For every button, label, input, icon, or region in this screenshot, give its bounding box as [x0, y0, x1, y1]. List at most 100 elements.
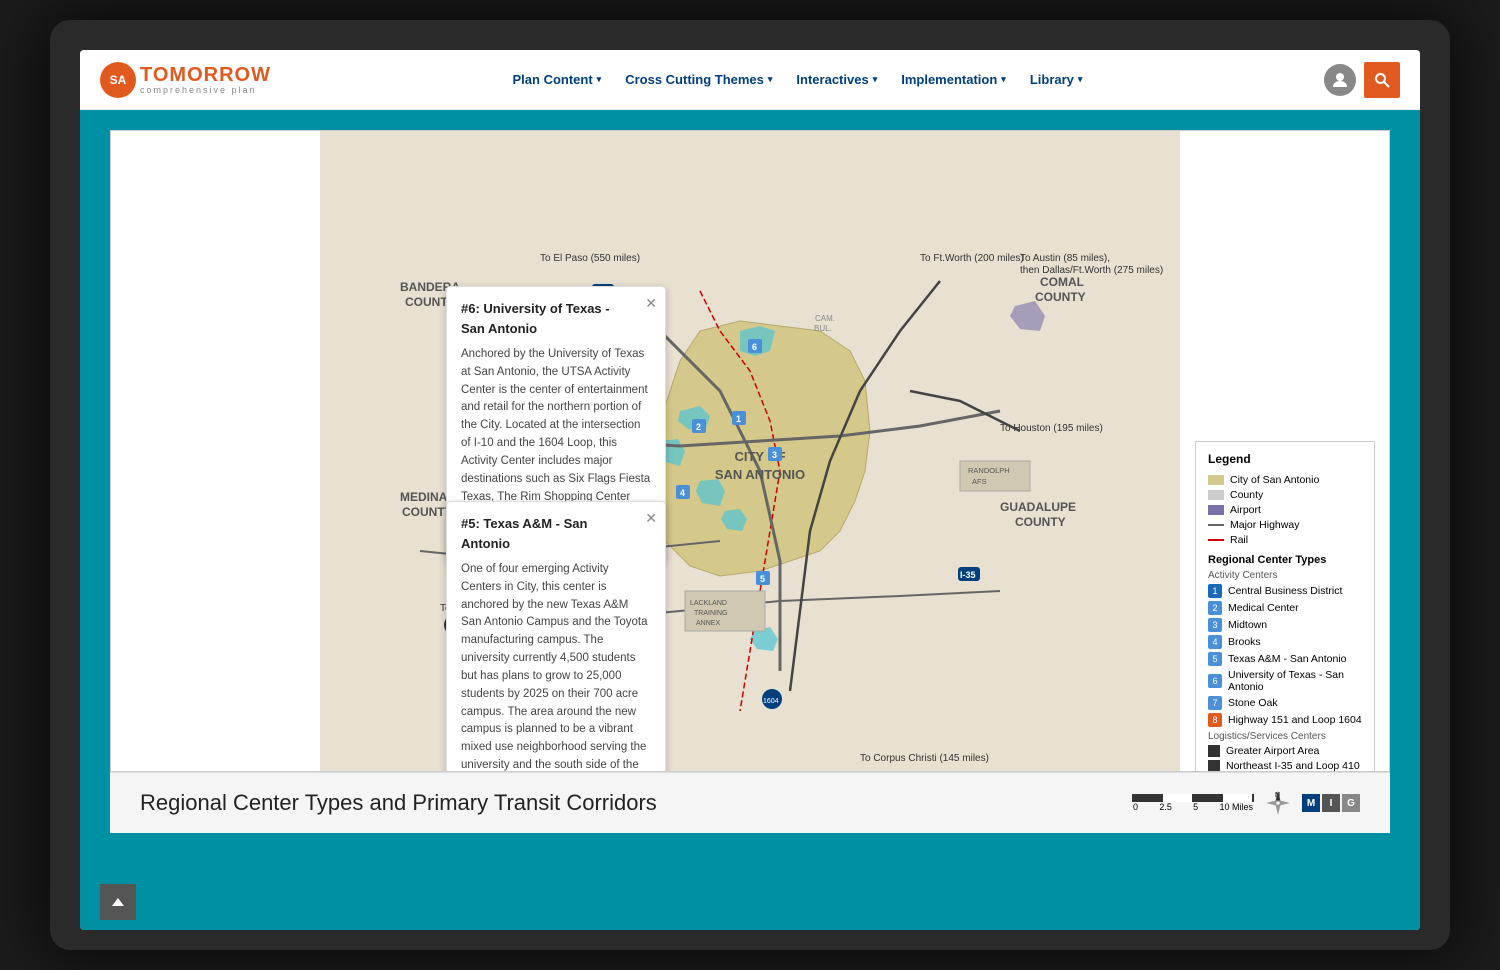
legend-box: Legend City of San Antonio County Airpor… — [1195, 441, 1375, 772]
legend-num-4: 4 — [1208, 635, 1222, 649]
svg-text:1604: 1604 — [763, 698, 779, 705]
popup-close-txam[interactable]: ✕ — [645, 508, 657, 529]
svg-text:RANDOLPH: RANDOLPH — [968, 466, 1010, 475]
mig-i: I — [1322, 794, 1340, 812]
compass: N — [1264, 789, 1292, 817]
legend-swatch-county — [1208, 490, 1224, 500]
scroll-up-button[interactable] — [100, 884, 136, 920]
svg-text:SAN ANTONIO: SAN ANTONIO — [715, 467, 805, 482]
popup-txam: ✕ #5: Texas A&M - San Antonio One of fou… — [446, 501, 666, 772]
popup-utsa-title: #6: University of Texas - San Antonio — [461, 299, 651, 338]
svg-text:then Dallas/Ft.Worth (275 mile: then Dallas/Ft.Worth (275 miles) — [1020, 265, 1163, 276]
svg-text:To Austin (85 miles),: To Austin (85 miles), — [1020, 253, 1110, 264]
scale-seg-1 — [1133, 794, 1163, 802]
logo-sub: comprehensive plan — [140, 85, 271, 95]
svg-text:To Corpus Christi (145 miles): To Corpus Christi (145 miles) — [860, 753, 989, 764]
svg-text:5: 5 — [760, 574, 765, 584]
legend-act-8: 8 Highway 151 and Loop 1604 — [1208, 713, 1362, 727]
device-frame: SA TOMORROW comprehensive plan Plan Cont… — [50, 20, 1450, 950]
scale-seg-4 — [1223, 794, 1253, 802]
legend-act-4: 4 Brooks — [1208, 635, 1362, 649]
main-nav: Plan Content ▾ Cross Cutting Themes ▾ In… — [503, 66, 1093, 93]
chevron-down-icon: ▾ — [768, 74, 773, 85]
legend-highway: Major Highway — [1208, 519, 1362, 531]
popup-txam-title: #5: Texas A&M - San Antonio — [461, 514, 651, 553]
legend-logistics-label: Logistics/Services Centers — [1208, 731, 1362, 742]
legend-act-5: 5 Texas A&M - San Antonio — [1208, 652, 1362, 666]
legend-swatch-city — [1208, 475, 1224, 485]
svg-text:COUNTY: COUNTY — [1015, 515, 1066, 529]
nav-cross-cutting[interactable]: Cross Cutting Themes ▾ — [615, 66, 782, 93]
mig-g: G — [1342, 794, 1360, 812]
svg-text:To El Paso (550 miles): To El Paso (550 miles) — [540, 253, 640, 264]
svg-text:I-35: I-35 — [960, 570, 976, 580]
chevron-down-icon: ▾ — [597, 74, 602, 85]
svg-text:4: 4 — [680, 488, 685, 498]
map-area[interactable]: BANDERA COUNTY COMAL COUNTY MEDINA COUNT… — [111, 131, 1389, 771]
main-content: BANDERA COUNTY COMAL COUNTY MEDINA COUNT… — [80, 110, 1420, 930]
svg-text:N: N — [1275, 792, 1280, 799]
scale-line — [1132, 794, 1254, 802]
scale-seg-3 — [1193, 794, 1223, 802]
legend-swatch-rail — [1208, 539, 1224, 541]
legend-act-7: 7 Stone Oak — [1208, 696, 1362, 710]
logo-icon[interactable]: SA — [100, 62, 136, 98]
legend-num-8: 8 — [1208, 713, 1222, 727]
svg-text:ANNEX: ANNEX — [696, 620, 720, 627]
popup-txam-body: One of four emerging Activity Centers in… — [461, 561, 651, 772]
legend-act-3: 3 Midtown — [1208, 618, 1362, 632]
svg-text:BUL.: BUL. — [814, 324, 832, 333]
legend-activity-label: Activity Centers — [1208, 570, 1362, 581]
nav-plan-content[interactable]: Plan Content ▾ — [503, 66, 612, 93]
legend-num-5: 5 — [1208, 652, 1222, 666]
nav-interactives[interactable]: Interactives ▾ — [786, 66, 887, 93]
svg-text:GUADALUPE: GUADALUPE — [1000, 500, 1076, 514]
svg-text:2: 2 — [696, 422, 701, 432]
svg-text:LACKLAND: LACKLAND — [690, 600, 727, 607]
logo-text-area: TOMORROW comprehensive plan — [140, 64, 271, 95]
legend-sq-2 — [1208, 760, 1220, 772]
mig-badge: M I G — [1302, 794, 1360, 812]
svg-text:CAM.: CAM. — [815, 314, 835, 323]
legend-title: Legend — [1208, 452, 1362, 466]
svg-text:COMAL: COMAL — [1040, 275, 1084, 289]
legend-rail: Rail — [1208, 534, 1362, 546]
header: SA TOMORROW comprehensive plan Plan Cont… — [80, 50, 1420, 110]
map-container: BANDERA COUNTY COMAL COUNTY MEDINA COUNT… — [110, 130, 1390, 772]
nav-implementation[interactable]: Implementation ▾ — [891, 66, 1016, 93]
chevron-down-icon: ▾ — [1001, 74, 1006, 85]
legend-log-1: Greater Airport Area — [1208, 745, 1362, 757]
scale-seg-2 — [1163, 794, 1193, 802]
chevron-down-icon: ▾ — [873, 74, 878, 85]
mig-m: M — [1302, 794, 1320, 812]
device-screen: SA TOMORROW comprehensive plan Plan Cont… — [80, 50, 1420, 930]
logo-tomorrow: TOMORROW — [140, 64, 271, 86]
scale-bar: 0 2.5 5 10 Miles — [1132, 794, 1254, 812]
popup-close-utsa[interactable]: ✕ — [645, 293, 657, 314]
legend-num-3: 3 — [1208, 618, 1222, 632]
legend-act-2: 2 Medical Center — [1208, 601, 1362, 615]
legend-sq-1 — [1208, 745, 1220, 757]
legend-num-1: 1 — [1208, 584, 1222, 598]
legend-num-6: 6 — [1208, 674, 1222, 688]
popup-utsa-body: Anchored by the University of Texas at S… — [461, 346, 651, 524]
map-title: Regional Center Types and Primary Transi… — [140, 790, 657, 816]
user-avatar[interactable] — [1324, 64, 1356, 96]
search-button[interactable] — [1364, 62, 1400, 98]
legend-regional-title: Regional Center Types — [1208, 554, 1362, 566]
svg-text:1: 1 — [736, 414, 741, 424]
legend-airport: Airport — [1208, 504, 1362, 516]
scale-area: 0 2.5 5 10 Miles N — [1132, 789, 1360, 817]
scale-labels: 0 2.5 5 10 Miles — [1133, 802, 1253, 812]
svg-text:COUNTY: COUNTY — [1035, 290, 1086, 304]
svg-text:3: 3 — [772, 450, 777, 460]
legend-county: County — [1208, 489, 1362, 501]
svg-text:TRAINING: TRAINING — [694, 610, 727, 617]
legend-num-7: 7 — [1208, 696, 1222, 710]
svg-text:MEDINA: MEDINA — [400, 490, 448, 504]
nav-library[interactable]: Library ▾ — [1020, 66, 1093, 93]
legend-log-2: Northeast I-35 and Loop 410 — [1208, 760, 1362, 772]
svg-text:To Ft.Worth (200 miles): To Ft.Worth (200 miles) — [920, 253, 1024, 264]
legend-city: City of San Antonio — [1208, 474, 1362, 486]
chevron-down-icon: ▾ — [1078, 74, 1083, 85]
